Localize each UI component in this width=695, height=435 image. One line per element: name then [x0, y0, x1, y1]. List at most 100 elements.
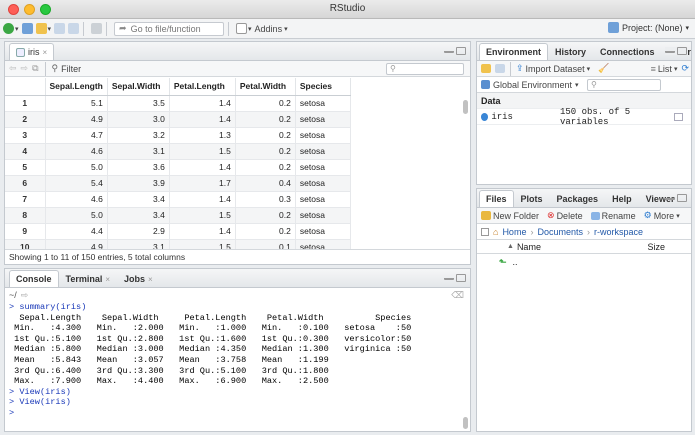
table-cell: 1.5	[169, 143, 236, 160]
row-number-cell: 2	[5, 111, 46, 128]
breadcrumb-separator: ›	[530, 226, 534, 237]
maximize-pane-icon[interactable]	[456, 47, 466, 55]
minimize-pane-icon[interactable]	[665, 194, 675, 200]
env-search-input[interactable]: ⚲	[587, 79, 661, 91]
minimize-pane-icon[interactable]	[665, 47, 675, 53]
select-all-checkbox[interactable]	[481, 227, 489, 236]
table-cell: setosa	[295, 127, 351, 144]
console-output[interactable]: > summary(iris) Sepal.Length Sepal.Width…	[5, 302, 470, 419]
refresh-icon[interactable]: ⟳	[681, 63, 689, 74]
tab-terminal[interactable]: Terminal ×	[59, 270, 118, 287]
crumb-documents[interactable]: Documents	[537, 227, 583, 237]
maximize-pane-icon[interactable]	[456, 274, 466, 282]
tab-files[interactable]: Files	[479, 190, 514, 207]
source-tabbar: iris ×	[5, 42, 470, 61]
popout-icon[interactable]: ⧉	[32, 63, 38, 74]
close-tab-icon[interactable]: ×	[105, 275, 110, 284]
save-all-button[interactable]	[68, 21, 80, 37]
tab-connections-label: Connections	[600, 47, 655, 57]
open-file-button[interactable]: ▾	[35, 21, 51, 37]
more-button[interactable]: ⚙ More ▾	[644, 210, 680, 221]
env-item-value: 150 obs. of 5 variables	[559, 106, 631, 127]
files-column-header: ▲ Name Size	[477, 240, 691, 254]
table-row: 6 5.4 3.9 1.7 0.4 setosa	[5, 175, 351, 192]
maximize-pane-icon[interactable]	[677, 47, 687, 55]
import-dataset-button[interactable]: ⇪ Import Dataset ▾	[516, 63, 590, 74]
console-path: ~/	[9, 290, 17, 300]
minimize-pane-icon[interactable]	[444, 274, 454, 280]
go-to-dir-icon[interactable]: ⇨	[21, 290, 29, 301]
goto-file-input[interactable]: ➦ Go to file/function	[114, 21, 225, 36]
search-input[interactable]: ⚲	[386, 63, 464, 75]
toolbar-divider	[83, 21, 85, 36]
project-menu[interactable]: Project: (None) ▾	[607, 22, 689, 33]
save-button[interactable]	[54, 21, 66, 37]
environment-toolbar: ⇪ Import Dataset ▾ 🧹 ≡ List ▾ ⟳	[477, 61, 691, 77]
column-header[interactable]: Sepal.Width	[107, 78, 170, 96]
tab-packages[interactable]: Packages	[550, 190, 606, 207]
load-workspace-icon[interactable]	[481, 64, 491, 73]
table-cell: setosa	[295, 175, 351, 192]
table-row: 1 5.1 3.5 1.4 0.2 setosa	[5, 95, 351, 112]
column-header[interactable]: Petal.Width	[235, 78, 296, 96]
vertical-scrollbar[interactable]	[463, 100, 468, 114]
pane-window-controls	[444, 274, 466, 282]
new-folder-button[interactable]: New Folder	[481, 211, 539, 221]
save-workspace-icon[interactable]	[495, 64, 505, 73]
home-icon[interactable]: ⌂	[493, 227, 498, 237]
tab-help[interactable]: Help	[605, 190, 639, 207]
layout-button[interactable]: ▾	[236, 21, 252, 37]
new-file-button[interactable]: ▾	[3, 21, 19, 37]
crumb-home[interactable]: Home	[502, 227, 526, 237]
tab-iris-label: iris	[28, 47, 40, 57]
files-toolbar: New Folder ⊗ Delete Rename ⚙ More ▾	[477, 208, 691, 224]
row-number-header[interactable]	[5, 78, 46, 96]
global-env-dropdown[interactable]: Global Environment ▾	[481, 80, 579, 90]
file-row-parent[interactable]: ⬑ ..	[477, 254, 691, 270]
close-tab-icon[interactable]: ×	[43, 48, 48, 57]
tab-jobs[interactable]: Jobs ×	[117, 270, 160, 287]
tab-environment[interactable]: Environment	[479, 43, 549, 60]
maximize-pane-icon[interactable]	[677, 194, 687, 202]
minimize-pane-icon[interactable]	[444, 47, 454, 53]
toolbar-divider	[228, 21, 230, 36]
column-header[interactable]: Species	[295, 78, 351, 96]
console-tabbar: Console Terminal × Jobs ×	[5, 269, 470, 288]
expand-circle-icon[interactable]	[481, 112, 489, 121]
addins-button[interactable]: Addins ▾	[255, 21, 288, 37]
env-item-iris[interactable]: iris 150 obs. of 5 variables	[477, 106, 691, 127]
tab-history[interactable]: History	[548, 43, 593, 60]
column-header[interactable]: Sepal.Length	[45, 78, 108, 96]
tab-connections[interactable]: Connections	[593, 43, 662, 60]
filter-label: Filter	[61, 63, 82, 74]
console-scrollbar[interactable]	[463, 417, 468, 429]
list-view-button[interactable]: ≡ List ▾	[651, 64, 678, 74]
tab-plots-label: Plots	[520, 194, 543, 204]
back-arrow-icon[interactable]: ⇦	[9, 63, 17, 74]
console-output-line: Max. :7.900 Max. :4.400 Max. :6.900 Max.…	[9, 376, 422, 387]
table-cell: 3.0	[107, 111, 170, 128]
tab-console[interactable]: Console	[9, 270, 59, 287]
column-header[interactable]: Petal.Length	[169, 78, 236, 96]
tab-iris[interactable]: iris ×	[9, 43, 55, 60]
filter-button[interactable]: ⚲ Filter	[52, 63, 82, 74]
col-size-header[interactable]: Size	[647, 242, 665, 252]
close-tab-icon[interactable]: ×	[148, 275, 153, 284]
delete-button[interactable]: ⊗ Delete	[547, 210, 583, 221]
plus-icon	[3, 23, 14, 34]
print-button[interactable]	[91, 21, 103, 37]
forward-arrow-icon[interactable]: ⇨	[21, 63, 29, 74]
broom-icon[interactable]: 🧹	[598, 63, 609, 74]
rename-button[interactable]: Rename	[590, 211, 636, 221]
table-cell: 5.0	[45, 159, 108, 176]
crumb-r-workspace[interactable]: r-workspace	[594, 227, 643, 237]
tab-plots[interactable]: Plots	[514, 190, 550, 207]
table-cell: setosa	[295, 207, 351, 224]
table-row: 3 4.7 3.2 1.3 0.2 setosa	[5, 127, 351, 144]
col-name-header[interactable]: Name	[517, 242, 541, 252]
view-table-icon[interactable]	[673, 112, 683, 121]
new-project-button[interactable]	[21, 21, 33, 37]
new-folder-icon	[481, 211, 491, 220]
clear-console-icon[interactable]: ⌫	[451, 290, 464, 301]
table-cell: 1.5	[169, 207, 236, 224]
